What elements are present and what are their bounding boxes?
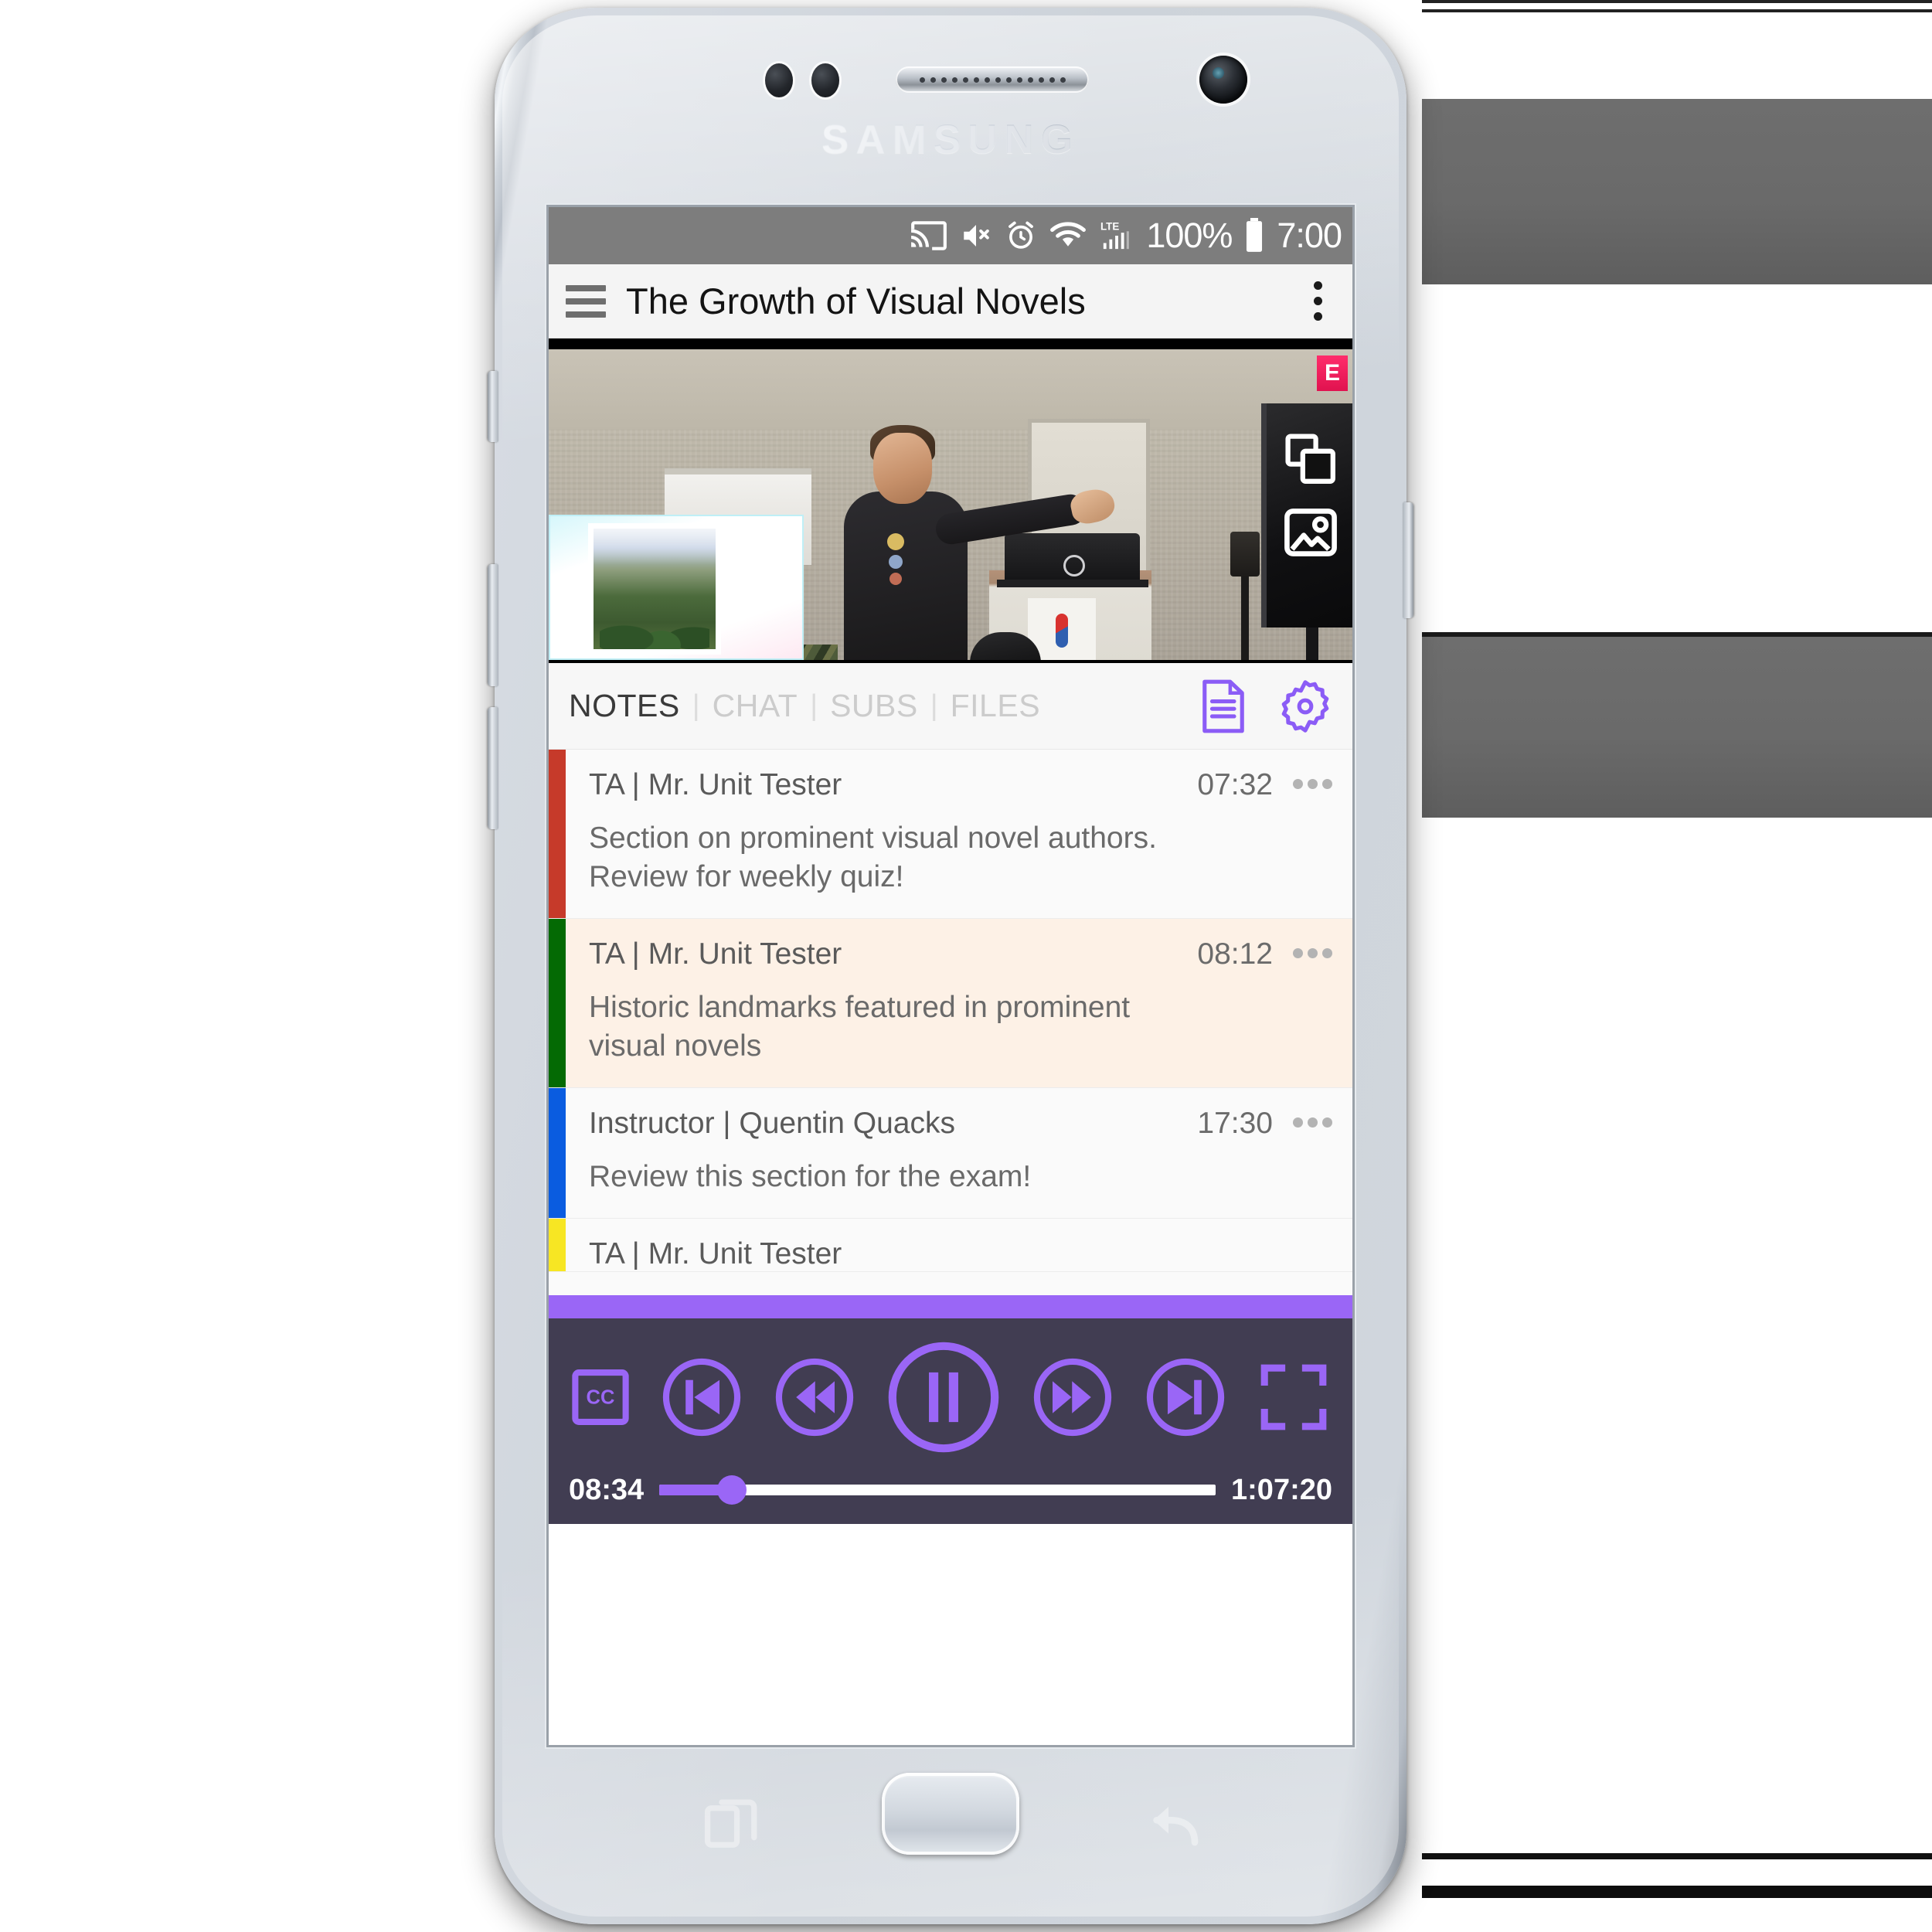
progress-thumb[interactable]	[716, 1475, 747, 1505]
note-timestamp: 07:32	[1197, 768, 1273, 801]
player-button-row: CC	[549, 1318, 1352, 1462]
copy-layers-icon[interactable]	[1283, 431, 1338, 491]
current-time-label: 08:34	[569, 1473, 645, 1506]
light-sensor-icon	[811, 63, 839, 97]
notes-list[interactable]: TA | Mr. Unit Tester 07:32 Section on pr…	[549, 750, 1352, 1295]
tab-actions	[1199, 679, 1332, 733]
lte-label: LTE	[1100, 220, 1119, 232]
signal-icon: LTE	[1098, 219, 1135, 252]
wifi-icon	[1049, 219, 1087, 252]
total-time-label: 1:07:20	[1231, 1473, 1332, 1506]
proximity-sensor-icon	[765, 63, 793, 97]
recent-apps-icon[interactable]	[702, 1794, 760, 1857]
note-text: Section on prominent visual novel author…	[589, 821, 1157, 893]
note-timestamp: 08:12	[1197, 937, 1273, 971]
overflow-menu-icon[interactable]	[1300, 281, 1335, 321]
progress-scrubber[interactable]	[659, 1475, 1216, 1505]
panel-edge-bottom	[1422, 1853, 1932, 1859]
note-author: TA | Mr. Unit Tester	[589, 1236, 842, 1270]
battery-percent-label: 100%	[1146, 216, 1233, 255]
back-icon[interactable]	[1142, 1793, 1204, 1859]
picture-in-picture-slide[interactable]	[549, 515, 804, 660]
panel-edge-top	[1422, 0, 1932, 3]
panel-edge-bottom2	[1422, 1886, 1932, 1898]
phone-device: SAMSUNG LTE 100% 7:00 The Growth of Visu…	[488, 8, 1413, 1924]
tab-subs[interactable]: SUBS	[830, 688, 918, 724]
phone-top-hardware: SAMSUNG	[495, 8, 1406, 205]
gear-icon[interactable]	[1278, 679, 1332, 733]
note-timestamp: 17:30	[1197, 1106, 1273, 1140]
image-icon[interactable]	[1283, 505, 1338, 564]
slide-photo	[594, 529, 716, 649]
note-options-icon[interactable]	[1293, 768, 1332, 789]
tab-separator-2: |	[810, 689, 818, 722]
cast-icon	[910, 219, 948, 252]
note-accent-bar	[549, 750, 566, 918]
note-author: TA | Mr. Unit Tester	[589, 768, 842, 801]
pause-button[interactable]	[887, 1341, 1000, 1454]
power-button[interactable]	[488, 371, 498, 442]
panel-band-2	[1422, 635, 1932, 818]
table-row[interactable]: TA | Mr. Unit Tester	[549, 1218, 1352, 1272]
note-author: TA | Mr. Unit Tester	[589, 937, 842, 971]
table-row[interactable]: TA | Mr. Unit Tester 08:12 Historic land…	[549, 918, 1352, 1088]
video-player-surface[interactable]: E	[549, 338, 1352, 663]
earpiece-speaker-grille	[896, 66, 1089, 93]
panel-band-1	[1422, 99, 1932, 284]
note-text: Historic landmarks featured in prominent…	[589, 990, 1131, 1063]
battery-icon	[1243, 218, 1266, 253]
skip-next-button[interactable]	[1145, 1357, 1226, 1437]
note-accent-bar	[549, 1218, 566, 1271]
note-options-icon[interactable]	[1293, 1107, 1332, 1128]
fullscreen-button[interactable]	[1258, 1359, 1329, 1435]
panel-edge-top2	[1422, 9, 1932, 12]
tab-files[interactable]: FILES	[951, 688, 1040, 724]
fast-forward-button[interactable]	[1032, 1357, 1113, 1437]
exit-sign: E	[1317, 355, 1348, 391]
speaker-box	[1230, 532, 1260, 577]
front-camera-icon	[1199, 56, 1247, 104]
volume-up-button[interactable]	[488, 564, 498, 686]
player-divider	[549, 1295, 1352, 1318]
note-text: Review this section for the exam!	[589, 1159, 1032, 1193]
home-button[interactable]	[882, 1773, 1019, 1855]
tab-chat[interactable]: CHAT	[713, 688, 798, 724]
media-player-controls: CC 08:34 1:07:20	[549, 1318, 1352, 1524]
cc-button[interactable]: CC	[572, 1360, 629, 1434]
note-accent-bar	[549, 1087, 566, 1218]
note-options-icon[interactable]	[1293, 937, 1332, 958]
tab-separator-1: |	[692, 689, 700, 722]
app-bar: The Growth of Visual Novels	[549, 264, 1352, 338]
presenter-head	[873, 433, 932, 504]
background-panel	[1422, 0, 1932, 1932]
status-bar: LTE 100% 7:00	[549, 207, 1352, 264]
volume-down-button[interactable]	[488, 707, 498, 829]
brand-logo: SAMSUNG	[495, 116, 1406, 163]
mute-icon	[959, 219, 993, 252]
table-row[interactable]: Instructor | Quentin Quacks 17:30 Review…	[549, 1087, 1352, 1219]
note-author: Instructor | Quentin Quacks	[589, 1106, 955, 1140]
skip-previous-button[interactable]	[662, 1357, 742, 1437]
alarm-icon	[1004, 219, 1038, 252]
hamburger-icon[interactable]	[566, 284, 606, 318]
phone-bottom-hardware	[495, 1745, 1406, 1924]
bixby-button[interactable]	[1403, 502, 1413, 618]
cc-label: CC	[587, 1387, 615, 1409]
clock-label: 7:00	[1277, 216, 1342, 255]
player-progress-row: 08:34 1:07:20	[549, 1462, 1352, 1518]
laptop	[1005, 533, 1140, 581]
tab-bar: NOTES | CHAT | SUBS | FILES	[549, 663, 1352, 750]
table-row[interactable]: TA | Mr. Unit Tester 07:32 Section on pr…	[549, 750, 1352, 919]
rewind-button[interactable]	[774, 1357, 855, 1437]
page-title: The Growth of Visual Novels	[626, 281, 1086, 321]
note-accent-bar	[549, 918, 566, 1087]
phone-screen: LTE 100% 7:00 The Growth of Visual Novel…	[549, 207, 1352, 1745]
panel-edge-mid	[1422, 632, 1932, 637]
tab-separator-3: |	[930, 689, 938, 722]
document-icon[interactable]	[1199, 679, 1247, 733]
tab-notes[interactable]: NOTES	[569, 688, 680, 724]
